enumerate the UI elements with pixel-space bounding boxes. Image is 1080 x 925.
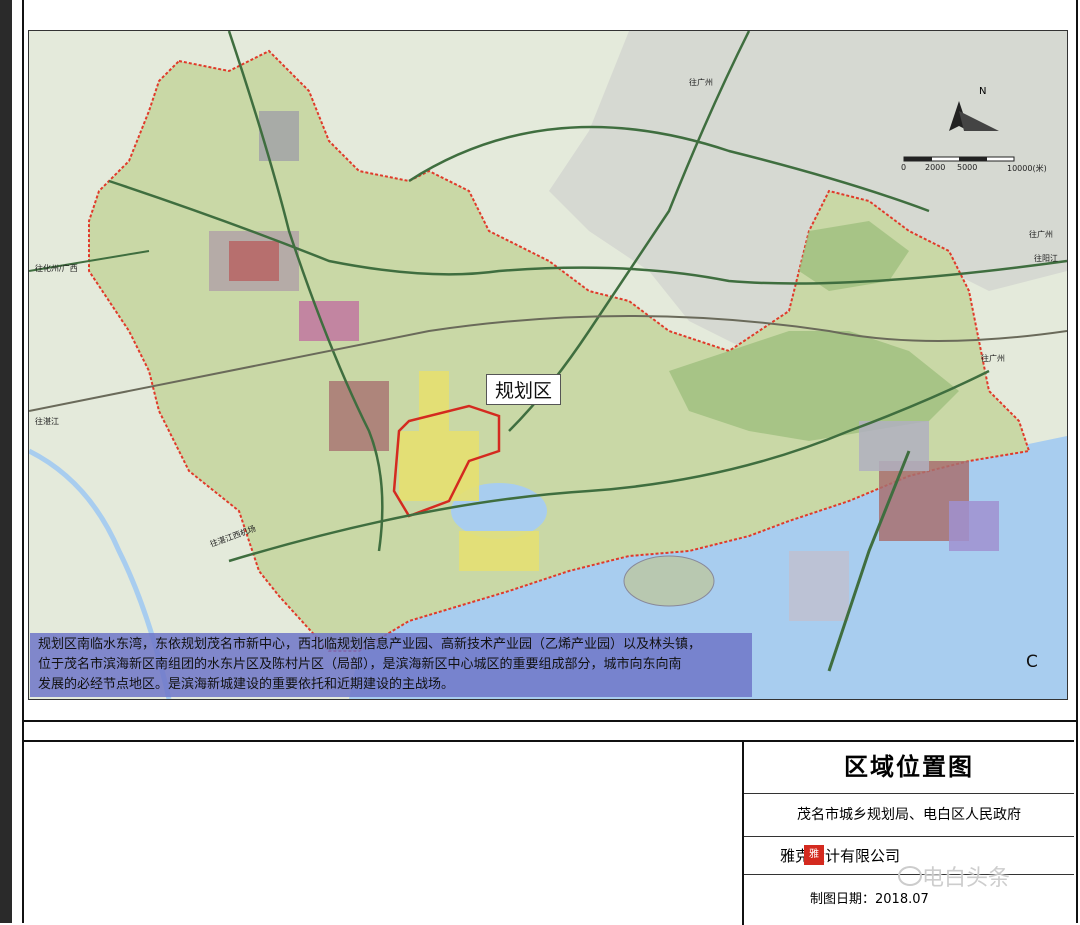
port-wharf — [789, 551, 849, 621]
island — [623, 555, 715, 607]
urban-core — [229, 241, 279, 281]
title-block: 区域位置图 茂名市城乡规划局、电白区人民政府 雅 雅克设计有限公司 制图日期：2… — [24, 740, 1074, 925]
organization: 茂名市城乡规划局、电白区人民政府 — [744, 794, 1074, 837]
road-label-guangzhou-top: 往广州 — [689, 78, 713, 87]
description-box: 规划区南临水东湾，东依规划茂名市新中心，西北临规划信息产业园、高新技术产业园（乙… — [30, 633, 752, 697]
region-map — [29, 31, 1067, 699]
scale-bar-segment — [959, 157, 987, 161]
port-grid — [859, 421, 929, 471]
description-line: 位于茂名市滨海新区南组团的水东片区及陈村片区（局部），是滨海新区中心城区的重要组… — [38, 657, 682, 672]
left-edge-bar — [0, 0, 12, 923]
company-logo-icon: 雅 — [804, 845, 824, 865]
corner-mark: C — [1026, 652, 1038, 672]
scale-label-5000: 5000 — [957, 163, 978, 172]
scale-bar-segment — [904, 157, 932, 161]
north-label: N — [979, 86, 987, 97]
urban-area-2 — [299, 301, 359, 341]
map-frame: N 0 2000 5000 10000(米) 往广州 往化州/广西 往湛江 往广… — [28, 30, 1068, 700]
port-industrial — [949, 501, 999, 551]
road-label-zhanjiang: 往湛江 — [35, 417, 59, 426]
road-label-guangzhou-right: 往广州 — [1029, 230, 1053, 239]
north-town — [259, 111, 299, 161]
drawing-title: 区域位置图 — [744, 742, 1074, 794]
separator-line — [22, 720, 1076, 722]
watermark-icon — [898, 866, 922, 886]
scale-label-2000: 2000 — [925, 163, 946, 172]
description-line: 规划区南临水东湾，东依规划茂名市新中心，西北临规划信息产业园、高新技术产业园（乙… — [38, 637, 702, 652]
scale-label-10000: 10000(米) — [1007, 164, 1047, 173]
company-name: 雅克设计有限公司 — [780, 847, 901, 865]
scale-label-0: 0 — [901, 163, 907, 172]
watermark: 电白头条 — [922, 866, 1011, 891]
urban-area-3 — [329, 381, 389, 451]
road-label-huazhou: 往化州/广西 — [35, 264, 78, 273]
planning-area-label: 规划区 — [486, 374, 562, 405]
road-label-yangjiang: 往阳江 — [1034, 254, 1058, 263]
linear-dev — [419, 371, 449, 431]
coastal-urban — [459, 531, 539, 571]
description-line: 发展的必经节点地区。是滨海新城建设的重要依托和近期建设的主战场。 — [38, 677, 455, 692]
road-label-guangzhou-lower: 往广州 — [981, 354, 1005, 363]
